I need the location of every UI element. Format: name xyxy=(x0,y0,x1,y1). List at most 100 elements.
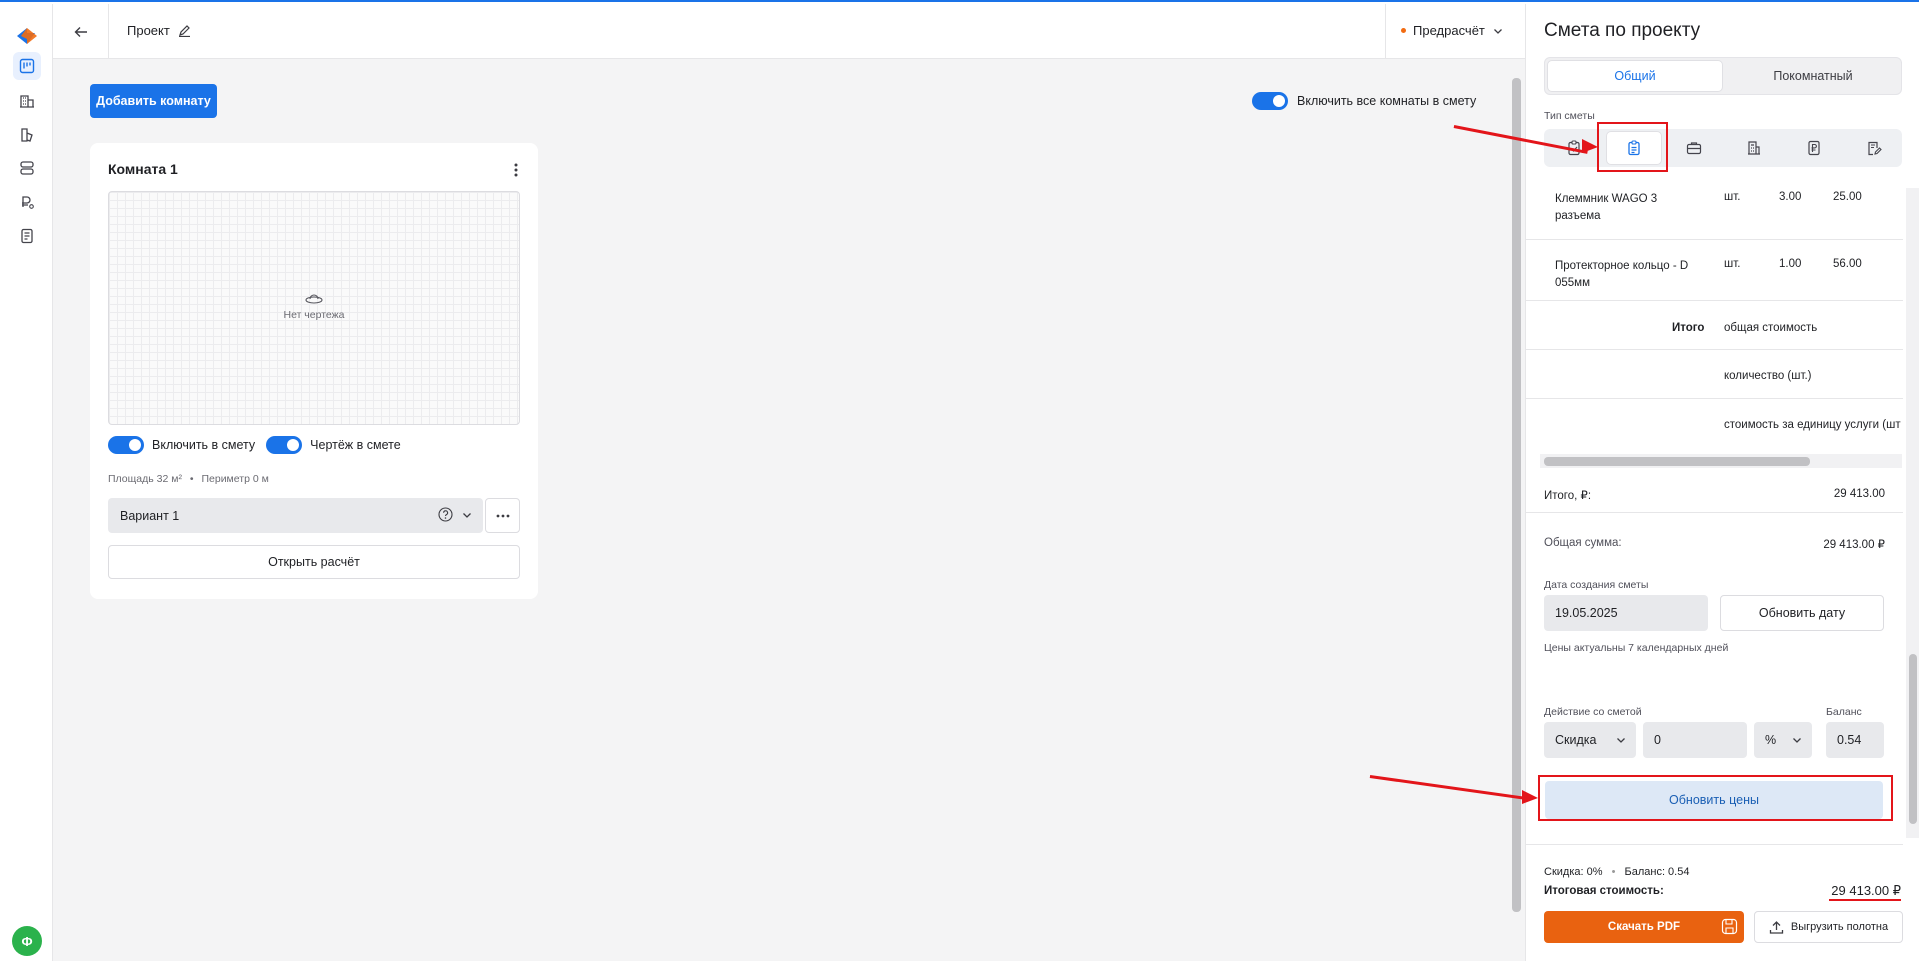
add-room-button[interactable]: Добавить комнату xyxy=(90,84,217,118)
item-price: 56.00 xyxy=(1833,258,1862,270)
variant-more-button[interactable] xyxy=(485,498,520,533)
upload-icon xyxy=(1769,920,1784,934)
table-row: количество (шт.) xyxy=(1526,350,1903,399)
download-pdf-label: Скачать PDF xyxy=(1607,921,1681,933)
include-all-toggle[interactable] xyxy=(1252,92,1288,110)
include-all-rooms: Включить все комнаты в смету xyxy=(1252,92,1476,110)
item-name: Протекторное кольцо - D 055мм xyxy=(1555,260,1689,289)
left-rail: Ф xyxy=(0,4,53,961)
panel-title: Смета по проекту xyxy=(1544,20,1701,41)
estimate-tabs: Общий Покомнатный xyxy=(1544,57,1902,95)
room-title: Комната 1 xyxy=(108,161,178,177)
board-icon[interactable] xyxy=(13,52,41,80)
project-title-text: Проект xyxy=(127,23,170,38)
user-avatar[interactable]: Ф xyxy=(12,926,42,956)
no-drawing-text: Нет чертежа xyxy=(283,309,345,321)
document-icon[interactable] xyxy=(13,222,41,250)
action-unit-value: % xyxy=(1765,733,1777,747)
update-date-button[interactable]: Обновить дату xyxy=(1720,595,1884,631)
room-perimeter: Периметр 0 м xyxy=(201,473,269,485)
export-label: Выгрузить полотна xyxy=(1790,921,1889,933)
chevron-down-icon xyxy=(463,512,471,518)
final-value: 29 413.00 ₽ xyxy=(1831,883,1901,898)
open-calculation-button[interactable]: Открыть расчёт xyxy=(108,545,520,579)
layers-icon[interactable] xyxy=(13,154,41,182)
discount-text: Скидка: 0% xyxy=(1544,866,1603,878)
item-name: Клеммник WAGO 3 разъема xyxy=(1555,193,1658,222)
itogo-label: Итого, ₽: xyxy=(1544,490,1592,502)
itogo-value: 29 413.00 xyxy=(1833,488,1885,500)
action-value: Скидка xyxy=(1555,733,1597,747)
final-label: Итоговая стоимость: xyxy=(1544,885,1664,897)
table-row: стоимость за единицу услуги (шт xyxy=(1526,399,1903,453)
action-amount-input[interactable]: 0 xyxy=(1643,722,1747,758)
total-line: количество (шт.) xyxy=(1724,370,1812,382)
ruble-document-icon[interactable] xyxy=(1786,131,1842,165)
tab-general[interactable]: Общий xyxy=(1547,60,1723,92)
include-room-toggle[interactable] xyxy=(108,436,144,454)
tab-per-room[interactable]: Покомнатный xyxy=(1725,60,1901,92)
main-scrollbar[interactable] xyxy=(1508,60,1525,961)
room-area: Площадь 32 м² xyxy=(108,473,182,485)
edit-document-icon[interactable] xyxy=(1846,131,1902,165)
total-line: стоимость за единицу услуги (шт xyxy=(1724,419,1901,431)
drawing-area[interactable]: Нет чертежа xyxy=(108,191,520,425)
action-select[interactable]: Скидка xyxy=(1544,722,1636,758)
header-divider xyxy=(1385,4,1386,59)
chevron-down-icon xyxy=(1493,28,1502,34)
briefcase-icon[interactable] xyxy=(1666,131,1722,165)
buildings-icon[interactable] xyxy=(13,87,41,115)
highlight-box-update xyxy=(1538,775,1893,821)
save-icon xyxy=(1721,918,1738,938)
back-button[interactable] xyxy=(53,4,109,59)
action-label: Действие со сметой xyxy=(1544,706,1642,718)
variant-value: Вариант 1 xyxy=(120,508,180,523)
table-row: Итого общая стоимость xyxy=(1526,301,1903,350)
item-unit: шт. xyxy=(1724,191,1741,203)
kebab-menu-icon[interactable] xyxy=(510,161,522,179)
date-label: Дата создания сметы xyxy=(1544,579,1649,591)
discount-balance-summary: Скидка: 0% • Баланс: 0.54 xyxy=(1544,866,1690,878)
ufo-icon xyxy=(305,292,323,310)
estimate-table: Клеммник WAGO 3 разъема шт. 3.00 25.00 П… xyxy=(1526,188,1903,453)
balance-text: Баланс: 0.54 xyxy=(1624,866,1690,878)
drawing-in-estimate-label: Чертёж в смете xyxy=(310,438,401,452)
action-unit-select[interactable]: % xyxy=(1754,722,1812,758)
date-input[interactable]: 19.05.2025 xyxy=(1544,595,1708,631)
prices-note: Цены актуальны 7 календарных дней xyxy=(1544,642,1729,654)
app-logo-icon[interactable] xyxy=(13,22,41,50)
more-horizontal-icon xyxy=(496,514,509,517)
status-dot xyxy=(1401,28,1406,33)
table-row: Протекторное кольцо - D 055мм шт. 1.00 5… xyxy=(1526,240,1903,301)
include-all-label: Включить все комнаты в смету xyxy=(1297,94,1477,108)
include-room-label: Включить в смету xyxy=(152,438,256,452)
divider xyxy=(1526,512,1903,513)
item-qty: 3.00 xyxy=(1779,191,1802,203)
ruble-settings-icon[interactable] xyxy=(13,188,41,216)
estimate-type-label: Тип сметы xyxy=(1544,110,1595,122)
project-title[interactable]: Проект xyxy=(127,23,191,38)
calculator-icon[interactable] xyxy=(1726,131,1782,165)
item-unit: шт. xyxy=(1724,258,1741,270)
sum-label: Общая сумма: xyxy=(1544,537,1622,549)
drawing-in-estimate-toggle[interactable] xyxy=(266,436,303,454)
balance-label: Баланс xyxy=(1826,706,1862,718)
arrow-head-icon xyxy=(1582,139,1598,153)
pencil-icon[interactable] xyxy=(178,24,191,37)
export-sheets-button[interactable]: Выгрузить полотна xyxy=(1754,911,1903,943)
arrow-head-icon xyxy=(1522,790,1538,804)
status-dropdown[interactable]: Предрасчёт xyxy=(1401,23,1504,38)
variant-select[interactable]: Вариант 1 xyxy=(108,498,483,533)
download-pdf-button[interactable]: Скачать PDF xyxy=(1544,911,1744,943)
materials-icon[interactable] xyxy=(13,121,41,149)
divider xyxy=(1526,844,1903,845)
room-card: Комната 1 Нет чертежа Включить в смету Ч… xyxy=(90,143,538,599)
help-icon[interactable] xyxy=(438,507,453,522)
item-price: 25.00 xyxy=(1833,191,1862,203)
sum-value: 29 413.00 ₽ xyxy=(1823,539,1885,551)
top-header: Проект Предрасчёт xyxy=(53,4,1525,59)
item-qty: 1.00 xyxy=(1779,258,1802,270)
room-meta: Площадь 32 м² • Периметр 0 м xyxy=(108,473,269,485)
table-horizontal-scrollbar[interactable] xyxy=(1540,454,1902,468)
panel-scrollbar[interactable] xyxy=(1906,188,1919,838)
